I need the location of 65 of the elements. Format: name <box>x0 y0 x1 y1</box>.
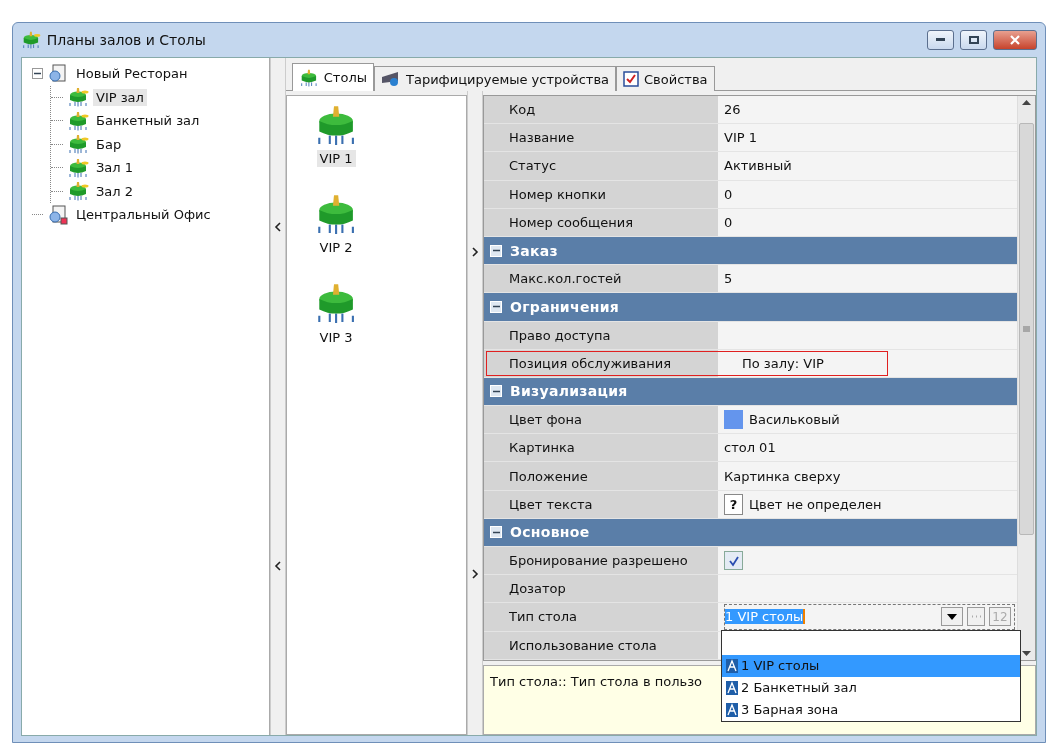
table-label[interactable]: VIP 3 <box>316 328 356 346</box>
tab[interactable]: Свойства <box>616 66 715 91</box>
scrollbar[interactable] <box>1017 96 1035 660</box>
table-icon <box>67 86 89 109</box>
category-header: Ограничения <box>484 293 1017 322</box>
tree-item[interactable]: Бар <box>93 135 125 153</box>
category-header: Визуализация <box>484 377 1017 407</box>
maximize-icon <box>968 36 979 44</box>
table-label[interactable]: VIP 2 <box>316 239 356 257</box>
table-icon <box>67 133 89 156</box>
minimize-button[interactable] <box>927 30 954 50</box>
property-value: 5 <box>724 271 733 287</box>
property-value: Картинка сверху <box>724 468 841 484</box>
table-label[interactable]: VIP 1 <box>316 150 356 168</box>
caret-icon <box>947 613 957 620</box>
unknown-color-swatch: ? <box>724 493 743 515</box>
table-icon <box>67 180 89 203</box>
minimize-icon <box>936 38 945 42</box>
property-value: По залу: VIP <box>741 355 824 371</box>
close-icon <box>1010 35 1020 45</box>
property-value: Васильковый <box>749 412 840 428</box>
restaurant-icon <box>47 63 69 84</box>
tree-item[interactable]: Центральный Офис <box>73 206 214 224</box>
text-icon <box>726 680 738 695</box>
expand-right-icon[interactable] <box>471 568 479 580</box>
table-icon <box>299 67 319 88</box>
tab[interactable]: Столы <box>292 63 374 91</box>
checklist-icon <box>623 71 639 87</box>
property-value: 26 <box>724 102 741 118</box>
scroll-up-icon[interactable] <box>1022 100 1031 105</box>
dropdown-button[interactable] <box>941 607 963 627</box>
tree-item[interactable]: Зал 1 <box>93 159 136 177</box>
property-value: Активный <box>724 158 792 174</box>
tree-item[interactable]: Новый Ресторан <box>73 65 191 83</box>
projector-icon <box>381 71 401 87</box>
close-button[interactable] <box>993 30 1037 50</box>
maximize-button[interactable] <box>960 30 987 50</box>
scroll-down-icon[interactable] <box>1022 650 1031 656</box>
property-value: VIP 1 <box>724 130 757 146</box>
property-value: 0 <box>724 186 733 202</box>
table-icon <box>67 156 89 179</box>
collapse-left-icon[interactable] <box>274 221 282 234</box>
property-value: стол 01 <box>724 440 776 456</box>
collapse-left-icon[interactable] <box>274 559 282 572</box>
check-icon <box>727 554 740 567</box>
property-value: Цвет не определен <box>749 496 882 512</box>
checkbox[interactable] <box>724 551 743 571</box>
scroll-thumb[interactable] <box>1019 123 1034 535</box>
category-header: Заказ <box>484 236 1017 266</box>
tree-item[interactable]: Банкетный зал <box>93 112 203 130</box>
tree-item[interactable]: Зал 2 <box>93 182 136 200</box>
app-icon <box>21 30 41 50</box>
tree-item[interactable]: VIP зал <box>93 88 147 106</box>
window-title: Планы залов и Столы <box>46 32 207 48</box>
expand-right-icon[interactable] <box>471 246 479 258</box>
dropdown-item[interactable]: 1 VIP столы <box>722 654 1020 677</box>
office-building-icon <box>47 204 69 225</box>
category-header: Основное <box>484 518 1017 547</box>
text-icon <box>726 702 738 717</box>
grip-icon <box>1023 326 1030 332</box>
tab[interactable]: Тарифицируемые устройства <box>374 66 616 91</box>
collapse-button[interactable] <box>32 68 43 80</box>
table-icon <box>67 109 89 132</box>
text-icon <box>726 658 738 673</box>
property-value: 0 <box>724 214 733 230</box>
